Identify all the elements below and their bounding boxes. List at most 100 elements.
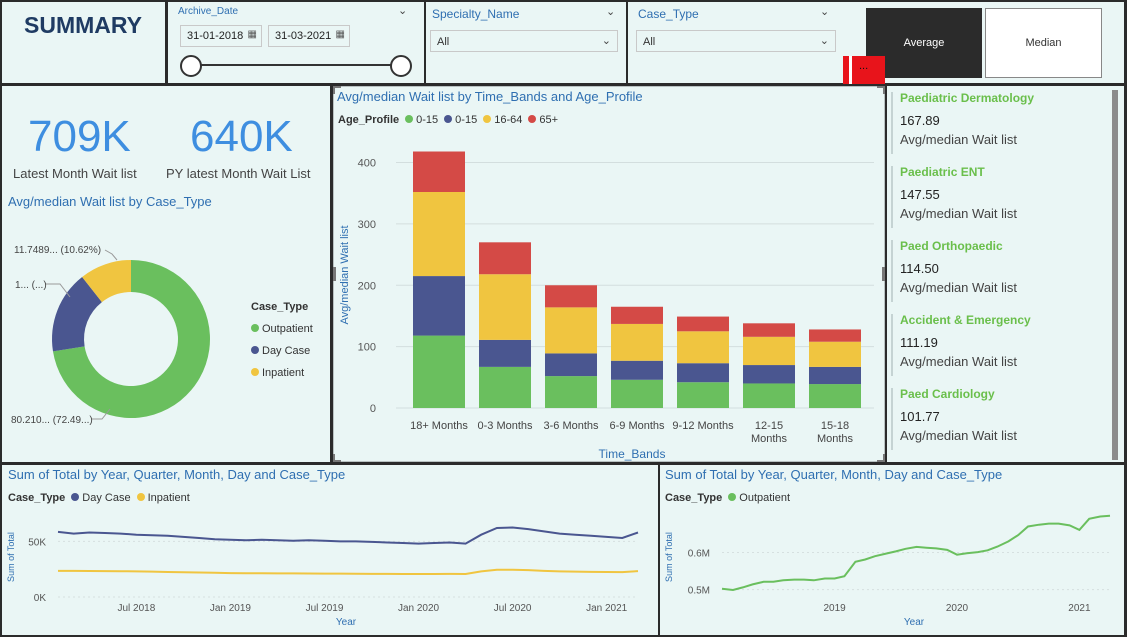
card-name: Paed Cardiology: [900, 387, 995, 401]
x-tick-label: 2020: [946, 603, 969, 614]
x-tick-label: 2021: [1068, 603, 1091, 614]
bar-segment[interactable]: [413, 151, 465, 193]
bar-segment[interactable]: [809, 341, 861, 367]
card-value: 114.50: [900, 261, 939, 276]
more-options-button[interactable]: ...: [843, 56, 885, 84]
kpi-latest-value: 709K: [28, 112, 131, 161]
line-series-outpatient[interactable]: [721, 514, 1111, 592]
card-value: 147.55: [900, 187, 940, 202]
card-subtitle: Avg/median Wait list: [900, 206, 1018, 221]
bar-segment[interactable]: [743, 336, 795, 366]
card-subtitle: Avg/median Wait list: [900, 354, 1018, 369]
legend-item[interactable]: Outpatient: [251, 318, 313, 340]
specialty-dropdown[interactable]: All ⌄: [430, 30, 618, 52]
bar-segment[interactable]: [611, 323, 663, 361]
x-tick-label: 15-18 Months: [817, 420, 854, 445]
bar-segment[interactable]: [809, 384, 861, 408]
legend-item[interactable]: Day Case: [251, 340, 313, 362]
specialty-slicer-panel: Specialty_Name ⌄ All ⌄: [426, 2, 626, 83]
bar-segment[interactable]: [809, 366, 861, 385]
x-tick-label: 0-3 Months: [477, 420, 533, 432]
line-series-inpatient[interactable]: [58, 568, 639, 576]
chevron-down-icon: ⌄: [601, 35, 611, 47]
donut-label-daycase: 1... (...): [15, 280, 47, 291]
date-range-start-handle[interactable]: [180, 55, 202, 77]
bar-segment[interactable]: [677, 316, 729, 332]
calendar-icon[interactable]: ▦: [336, 29, 345, 40]
y-axis-label: Sum of Total: [664, 532, 674, 582]
bar-segment[interactable]: [743, 383, 795, 408]
archive-date-label: Archive_Date: [178, 6, 239, 17]
bar-segment[interactable]: [545, 307, 597, 354]
card-accent-bar: [891, 166, 893, 228]
card-value: 111.19: [900, 335, 938, 350]
bar-segment[interactable]: [677, 382, 729, 408]
chevron-down-icon: ⌄: [819, 35, 829, 47]
chevron-down-icon[interactable]: ⌄: [606, 5, 615, 18]
specialty-label: Specialty_Name: [432, 7, 520, 21]
card-value: 167.89: [900, 113, 940, 128]
bar-segment[interactable]: [479, 366, 531, 408]
bar-segment[interactable]: [479, 274, 531, 340]
x-tick-label: Jul 2020: [494, 603, 532, 614]
bar-segment[interactable]: [545, 353, 597, 377]
cards-scrollbar[interactable]: [1112, 90, 1118, 460]
y-axis-label: Sum of Total: [6, 532, 16, 582]
card-subtitle: Avg/median Wait list: [900, 132, 1018, 147]
bar-segment[interactable]: [545, 376, 597, 408]
legend-dot-icon: [251, 324, 259, 332]
y-tick-label: 0: [370, 403, 376, 415]
bar-segment[interactable]: [413, 276, 465, 336]
bar-segment[interactable]: [545, 285, 597, 308]
casetype-label: Case_Type: [638, 7, 699, 21]
card-accent-bar: [891, 240, 893, 302]
donut-legend: Case_Type Outpatient Day Case Inpatient: [251, 296, 313, 384]
chevron-down-icon[interactable]: ⌄: [398, 4, 407, 17]
kpi-py-value: 640K: [190, 112, 293, 161]
start-date-field[interactable]: 31-01-2018 ▦: [180, 25, 262, 47]
x-tick-label: 12-15 Months: [751, 420, 788, 445]
casetype-dropdown[interactable]: All ⌄: [636, 30, 836, 52]
median-button[interactable]: Median: [985, 8, 1102, 78]
bar-segment[interactable]: [743, 323, 795, 337]
card-subtitle: Avg/median Wait list: [900, 280, 1018, 295]
calendar-icon[interactable]: ▦: [248, 29, 257, 40]
x-tick-label: Jul 2019: [306, 603, 344, 614]
x-tick-label: 18+ Months: [410, 420, 468, 432]
kpi-latest-label: Latest Month Wait list: [13, 166, 137, 181]
chevron-down-icon[interactable]: ⌄: [820, 5, 829, 18]
bar-segment[interactable]: [479, 242, 531, 275]
legend-item[interactable]: Inpatient: [251, 362, 313, 384]
bar-segment[interactable]: [611, 379, 663, 408]
line-left-chart: 0K 50K Jul 2018 Jan 2019 Jul 2019 Jan 2020 Jul…: [6, 526, 639, 628]
bar-segment[interactable]: [413, 335, 465, 408]
card-name: Accident & Emergency: [900, 313, 1031, 327]
bar-segment[interactable]: [743, 365, 795, 384]
x-tick-label: 9-12 Months: [672, 420, 734, 432]
y-tick-label: 300: [358, 219, 376, 231]
x-tick-label: 6-9 Months: [609, 420, 665, 432]
bar-segment[interactable]: [413, 192, 465, 277]
y-tick-label: 50K: [28, 537, 46, 548]
y-tick-label: 0.6M: [688, 549, 710, 560]
bar-segment[interactable]: [677, 331, 729, 364]
y-tick-label: 100: [358, 342, 376, 354]
y-tick-label: 400: [358, 158, 376, 170]
bar-chart: 0 100 200 300 400 18+ Months 0-3 Months 3-6 Mon…: [339, 151, 874, 461]
card-name: Paediatric ENT: [900, 165, 985, 179]
line-right-panel: Sum of Total by Year, Quarter, Month, Da…: [660, 465, 1124, 635]
card-name: Paediatric Dermatology: [900, 91, 1035, 105]
start-date-value: 31-01-2018: [187, 30, 244, 42]
bar-segment[interactable]: [611, 306, 663, 324]
y-tick-label: 200: [358, 280, 376, 292]
legend-dot-icon: [251, 346, 259, 354]
bar-segment[interactable]: [479, 339, 531, 367]
bar-segment[interactable]: [677, 363, 729, 383]
end-date-field[interactable]: 31-03-2021 ▦: [268, 25, 350, 47]
card-name: Paed Orthopaedic: [900, 239, 1003, 253]
legend-label: Day Case: [262, 345, 311, 357]
bar-segment[interactable]: [611, 360, 663, 380]
legend-label: Outpatient: [262, 323, 313, 335]
date-range-end-handle[interactable]: [390, 55, 412, 77]
bar-segment[interactable]: [809, 329, 861, 342]
